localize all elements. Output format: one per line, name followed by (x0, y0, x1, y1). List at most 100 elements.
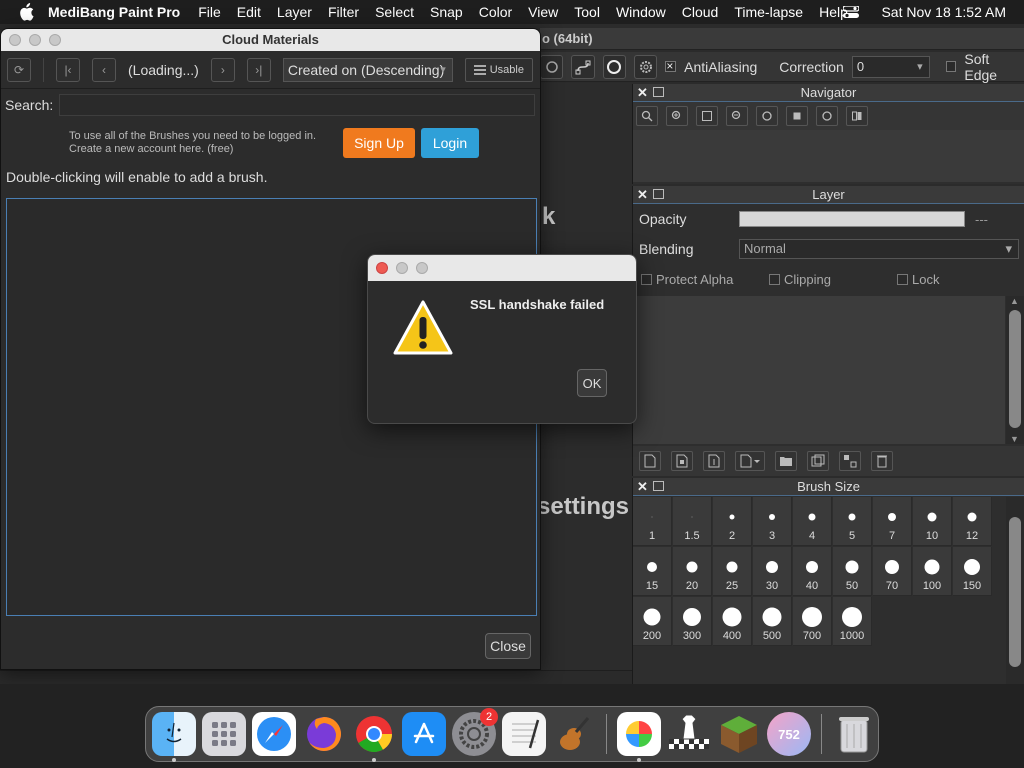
menu-edit[interactable]: Edit (237, 4, 261, 20)
protect-alpha-checkbox[interactable] (641, 273, 652, 285)
launchpad-icon[interactable] (202, 712, 246, 756)
folder-icon[interactable] (775, 451, 797, 471)
zoom-search-icon[interactable] (636, 106, 658, 126)
login-button[interactable]: Login (421, 128, 479, 158)
refresh-icon[interactable]: ⟳ (7, 57, 31, 82)
minecraft-icon[interactable] (717, 712, 761, 756)
ring-tool-icon[interactable] (602, 54, 627, 79)
scroll-up-icon[interactable]: ▲ (1010, 296, 1019, 306)
brush-size-option[interactable]: 700 (793, 597, 832, 646)
layer-scrollbar[interactable]: ▲ ▼ (1006, 296, 1024, 444)
brush-size-option[interactable]: 4 (793, 497, 832, 546)
zoom-in-icon[interactable] (666, 106, 688, 126)
clipping-checkbox[interactable] (769, 273, 780, 285)
chess-icon[interactable] (667, 712, 711, 756)
ok-button[interactable]: OK (577, 369, 607, 397)
prev-page-icon[interactable]: ‹ (92, 57, 116, 82)
menu-time-lapse[interactable]: Time-lapse (734, 4, 803, 20)
brush-size-option[interactable]: 150 (953, 547, 992, 596)
brush-size-option[interactable]: 1000 (833, 597, 872, 646)
brush-size-option[interactable]: 50 (833, 547, 872, 596)
safari-icon[interactable] (252, 712, 296, 756)
minimize-window-button[interactable] (29, 34, 41, 46)
scroll-thumb[interactable] (1009, 310, 1021, 428)
zoom-window-button[interactable] (416, 262, 428, 274)
fit-screen-icon[interactable] (696, 106, 718, 126)
detach-icon[interactable] (653, 189, 664, 199)
brush-size-option[interactable]: 30 (753, 547, 792, 596)
usable-button[interactable]: Usable (464, 57, 533, 82)
clipping-option[interactable]: Clipping (769, 272, 897, 287)
actual-size-icon[interactable] (786, 106, 808, 126)
counter-app-icon[interactable]: 752 (767, 712, 811, 756)
new-8bit-layer-icon[interactable] (671, 451, 693, 471)
next-page-icon[interactable]: › (210, 57, 235, 82)
menu-layer[interactable]: Layer (277, 4, 312, 20)
new-layer-icon[interactable] (639, 451, 661, 471)
menu-tool[interactable]: Tool (574, 4, 600, 20)
curve-tool-icon[interactable] (571, 54, 595, 79)
close-window-button[interactable] (9, 34, 21, 46)
rotate-right-icon[interactable] (816, 106, 838, 126)
firefox-icon[interactable] (302, 712, 346, 756)
menu-view[interactable]: View (528, 4, 558, 20)
menu-cloud[interactable]: Cloud (682, 4, 719, 20)
add-layer-dropdown-icon[interactable] (735, 451, 765, 471)
brush-scrollbar[interactable] (1006, 497, 1024, 684)
system-settings-icon[interactable]: 2 (452, 708, 498, 756)
close-icon[interactable]: ✕ (637, 186, 648, 204)
brush-size-option[interactable]: 25 (713, 547, 752, 596)
blending-select[interactable]: Normal (739, 239, 1019, 259)
detach-icon[interactable] (653, 481, 664, 491)
textedit-icon[interactable] (502, 712, 546, 756)
control-center-icon[interactable] (843, 6, 860, 18)
brush-size-option[interactable]: 200 (633, 597, 672, 646)
brush-size-option[interactable]: 40 (793, 547, 832, 596)
first-page-icon[interactable]: |‹ (56, 57, 80, 82)
brush-size-option[interactable]: 5 (833, 497, 872, 546)
soft-edge-checkbox[interactable] (945, 61, 957, 72)
brush-size-option[interactable]: 12 (953, 497, 992, 546)
brush-size-option[interactable]: 7 (873, 497, 912, 546)
menu-select[interactable]: Select (375, 4, 414, 20)
layer-list[interactable] (633, 296, 1005, 444)
menu-file[interactable]: File (198, 4, 221, 20)
flip-icon[interactable] (846, 106, 868, 126)
rotate-left-icon[interactable] (756, 106, 778, 126)
lock-checkbox[interactable] (897, 273, 908, 285)
close-window-button[interactable] (376, 262, 388, 274)
brush-size-option[interactable]: 400 (713, 597, 752, 646)
zoom-out-icon[interactable] (726, 106, 748, 126)
detach-icon[interactable] (653, 87, 664, 97)
brush-size-option[interactable]: 1.5 (673, 497, 712, 546)
brush-size-option[interactable]: 1 (633, 497, 672, 546)
brush-size-option[interactable]: 300 (673, 597, 712, 646)
last-page-icon[interactable]: ›| (246, 57, 271, 82)
brush-size-option[interactable]: 3 (753, 497, 792, 546)
antialiasing-checkbox[interactable] (665, 59, 677, 73)
menu-color[interactable]: Color (479, 4, 512, 20)
close-button[interactable]: Close (485, 633, 531, 659)
scroll-thumb[interactable] (1009, 517, 1021, 667)
medibang-icon[interactable] (617, 712, 661, 762)
brush-size-option[interactable]: 70 (873, 547, 912, 596)
brush-size-option[interactable]: 500 (753, 597, 792, 646)
menu-clock[interactable]: Sat Nov 18 1:52 AM (881, 4, 1006, 20)
duplicate-layer-icon[interactable] (807, 451, 829, 471)
protect-alpha-option[interactable]: Protect Alpha (641, 272, 769, 287)
trash-icon[interactable] (832, 712, 876, 756)
brush-size-option[interactable]: 2 (713, 497, 752, 546)
brush-size-option[interactable]: 20 (673, 547, 712, 596)
brush-size-option[interactable]: 10 (913, 497, 952, 546)
menu-window[interactable]: Window (616, 4, 666, 20)
lasso-tool-icon[interactable] (540, 54, 564, 79)
app-store-icon[interactable] (402, 712, 446, 756)
merge-layer-icon[interactable] (839, 451, 861, 471)
finder-icon[interactable] (152, 712, 196, 762)
lock-option[interactable]: Lock (897, 272, 939, 287)
apple-icon[interactable] (18, 3, 34, 21)
correction-select[interactable]: 0 (851, 55, 930, 78)
gear-icon[interactable] (634, 54, 658, 79)
zoom-window-button[interactable] (49, 34, 61, 46)
brush-size-option[interactable]: 100 (913, 547, 952, 596)
